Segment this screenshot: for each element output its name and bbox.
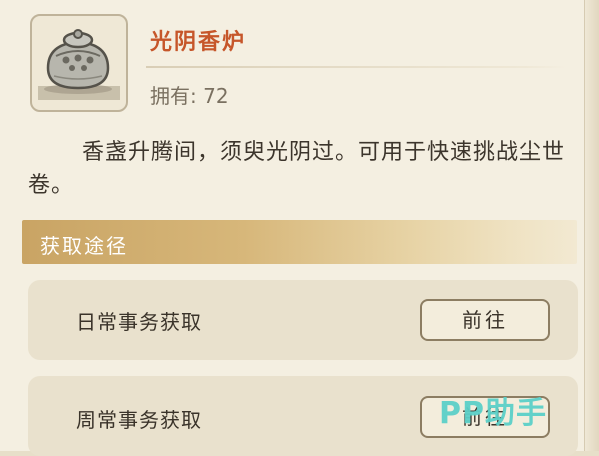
owned-count: 拥有: 72 — [150, 84, 229, 108]
go-button-daily[interactable]: 前往 — [420, 299, 550, 341]
acquire-section-title: 获取途径 — [40, 234, 128, 258]
item-detail-panel: 光阴香炉 拥有: 72 香盏升腾间，须臾光阴过。可用于快速挑战尘世卷。 获取途径… — [0, 0, 599, 456]
watermark: PP助手 — [439, 396, 547, 431]
panel-edge — [584, 0, 599, 451]
title-divider — [146, 66, 566, 68]
incense-burner-icon — [38, 29, 120, 100]
item-icon-frame — [30, 14, 128, 112]
acquire-method-daily: 日常事务获取 前往 — [28, 280, 578, 360]
acquire-method-label: 周常事务获取 — [76, 408, 202, 432]
item-name: 光阴香炉 — [150, 30, 247, 55]
item-description: 香盏升腾间，须臾光阴过。可用于快速挑战尘世卷。 — [28, 140, 566, 198]
acquire-method-label: 日常事务获取 — [76, 310, 202, 334]
